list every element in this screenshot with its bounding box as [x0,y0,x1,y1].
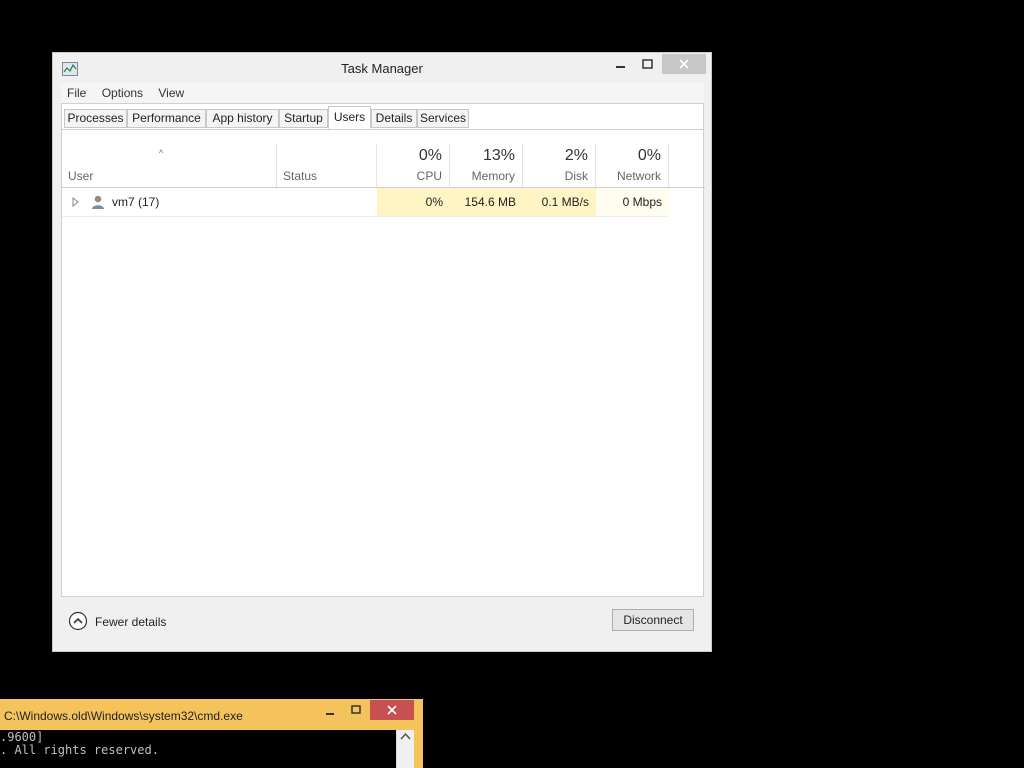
cell-cpu: 0% [377,188,450,216]
cell-user: vm7 (17) [112,195,160,209]
column-header-cpu[interactable]: 0% CPU [377,144,450,188]
cmd-window: C:\Windows.old\Windows\system32\cmd.exe … [0,699,423,768]
maximize-icon [642,59,653,69]
content-panel: Processes Performance App history Startu… [61,103,705,597]
tab-services[interactable]: Services [417,109,469,128]
maximize-icon [351,705,361,714]
cell-status [277,188,377,216]
cmd-console[interactable]: .9600] . All rights reserved. [0,730,396,768]
column-header-network[interactable]: 0% Network [596,144,669,188]
title-bar[interactable]: Task Manager [53,53,711,83]
cell-disk: 0.1 MB/s [523,188,596,216]
cell-network: 0 Mbps [596,188,669,216]
minimize-icon [326,713,334,715]
close-icon [679,59,689,69]
minimize-button[interactable] [608,54,633,74]
menu-file[interactable]: File [61,83,92,103]
close-button[interactable] [662,54,706,74]
maximize-button[interactable] [635,54,660,74]
tab-processes[interactable]: Processes [64,109,127,128]
menu-view[interactable]: View [152,83,190,103]
column-label-cpu: CPU [416,169,442,183]
menu-options[interactable]: Options [96,83,149,103]
memory-total: 13% [482,147,515,164]
close-icon [387,705,397,715]
fewer-details-link[interactable]: Fewer details [95,615,166,629]
network-total: 0% [637,147,661,164]
column-header-user[interactable]: ^ User [62,144,277,188]
tab-users[interactable]: Users [328,106,371,129]
column-header-memory[interactable]: 13% Memory [450,144,523,188]
column-label-user: User [68,169,94,183]
column-label-disk: Disk [564,169,588,183]
column-label-status: Status [283,169,318,183]
column-header-status[interactable]: Status [277,144,377,188]
disconnect-button[interactable]: Disconnect [612,609,694,631]
task-manager-window: Task Manager File Options View Processes… [52,52,712,652]
expand-arrow-icon[interactable] [72,197,80,207]
sort-ascending-icon: ^ [159,148,164,158]
footer: Fewer details Disconnect [61,597,704,647]
chevron-up-icon[interactable] [68,611,88,631]
minimize-icon [616,66,625,68]
cmd-maximize-button[interactable] [346,703,366,719]
menu-bar: File Options View [61,83,704,103]
tab-bar: Processes Performance App history Startu… [62,104,703,130]
table-row[interactable]: vm7 (17) 0% 154.6 MB 0.1 MB/s 0 Mbps [62,188,669,217]
cell-memory: 154.6 MB [450,188,523,216]
cpu-total: 0% [418,147,442,164]
tab-app-history[interactable]: App history [206,109,279,128]
tab-details[interactable]: Details [371,109,417,128]
column-label-network: Network [616,169,661,183]
console-line: .9600] [0,730,44,744]
column-header-disk[interactable]: 2% Disk [523,144,596,188]
user-icon [92,195,104,209]
tab-startup[interactable]: Startup [279,109,328,128]
cmd-window-title: C:\Windows.old\Windows\system32\cmd.exe [4,709,243,723]
disk-total: 2% [564,147,588,164]
cmd-scrollbar[interactable] [396,730,414,768]
cmd-minimize-button[interactable] [320,703,340,719]
cmd-close-button[interactable] [370,700,414,720]
scroll-up-icon[interactable] [397,730,414,744]
tab-performance[interactable]: Performance [127,109,206,128]
column-label-memory: Memory [471,169,515,183]
console-line: . All rights reserved. [0,743,159,757]
